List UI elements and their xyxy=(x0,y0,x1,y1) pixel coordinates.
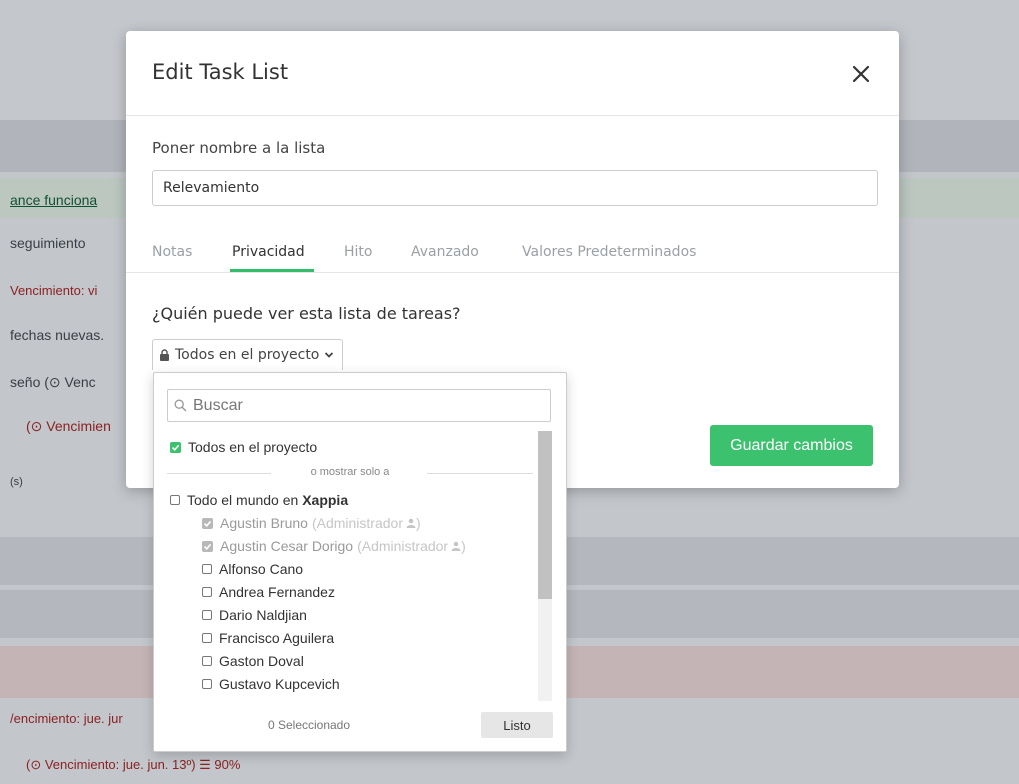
done-button[interactable]: Listo xyxy=(481,712,553,738)
admin-role: (Administrador ) xyxy=(311,515,421,531)
privacy-selected-value: Todos en el proyecto xyxy=(175,347,320,363)
bg-task-row: /encimiento: jue. jur xyxy=(10,711,123,726)
tab-privacidad[interactable]: Privacidad xyxy=(232,244,305,260)
scrollbar-thumb[interactable] xyxy=(538,431,552,599)
bg-task-row: (⊙ Vencimiento: jue. jun. 13º) ☰ 90% xyxy=(26,757,241,772)
selected-count: 0 Seleccionado xyxy=(267,718,351,732)
tab-hito[interactable]: Hito xyxy=(344,244,372,260)
user-option[interactable]: Dario Naldjian xyxy=(202,607,307,623)
company-name: Xappia xyxy=(302,492,349,508)
option-label: Todo el mundo en xyxy=(187,492,303,508)
divider-text: o mostrar solo a xyxy=(310,466,390,478)
privacy-question: ¿Quién puede ver esta lista de tareas? xyxy=(152,304,461,323)
admin-role: (Administrador ) xyxy=(357,538,466,554)
user-name: Francisco Aguilera xyxy=(219,630,335,646)
user-name: Andrea Fernandez xyxy=(219,584,335,600)
option-all-project[interactable]: Todos en el proyecto xyxy=(170,439,317,455)
user-icon xyxy=(406,518,416,528)
bg-task-row: (s) xyxy=(10,476,23,488)
checkbox-icon[interactable] xyxy=(202,610,212,620)
list-name-label: Poner nombre a la lista xyxy=(152,139,326,157)
bg-task-row: Vencimiento: vi xyxy=(10,283,98,298)
user-option: Agustin Bruno (Administrador ) xyxy=(202,515,421,531)
tab-avanzado[interactable]: Avanzado xyxy=(411,244,479,260)
search-input[interactable] xyxy=(191,395,535,416)
checkbox-icon[interactable] xyxy=(170,495,180,505)
user-option[interactable]: Gaston Doval xyxy=(202,653,304,669)
checkbox-icon[interactable] xyxy=(202,587,212,597)
user-option[interactable]: Andrea Fernandez xyxy=(202,584,335,600)
user-name: Gustavo Kupcevich xyxy=(219,676,340,692)
bg-task-row: seño (⊙ Venc xyxy=(10,374,96,390)
user-icon xyxy=(451,541,461,551)
user-name: Gaston Doval xyxy=(219,653,304,669)
bg-task-row[interactable]: ance funciona xyxy=(10,192,97,208)
search-field[interactable] xyxy=(167,389,551,422)
close-button[interactable] xyxy=(846,59,876,89)
user-option: Agustin Cesar Dorigo (Administrador ) xyxy=(202,538,466,554)
checkbox-checked-icon[interactable] xyxy=(170,441,181,453)
checkbox-checked-icon xyxy=(202,517,213,529)
user-name: Alfonso Cano xyxy=(219,561,304,577)
checkbox-icon[interactable] xyxy=(202,633,212,643)
user-option[interactable]: Gustavo Kupcevich xyxy=(202,676,340,692)
modal-header: Edit Task List xyxy=(126,31,899,116)
dropdown-footer: 0 Seleccionado Listo xyxy=(154,704,566,750)
search-icon xyxy=(174,399,187,412)
user-name: Dario Naldjian xyxy=(219,607,307,623)
modal-tabs: Notas Privacidad Hito Avanzado Valores P… xyxy=(126,236,899,273)
lock-icon xyxy=(160,349,169,361)
bg-task-row: fechas nuevas. xyxy=(10,327,105,343)
bg-task-row: (⊙ Vencimien xyxy=(26,418,111,434)
close-icon xyxy=(852,65,870,83)
active-tab-indicator xyxy=(230,269,314,272)
user-name: Agustin Cesar Dorigo xyxy=(220,538,354,554)
divider: o mostrar solo a xyxy=(167,466,533,478)
user-name: Agustin Bruno xyxy=(220,515,308,531)
list-name-input[interactable] xyxy=(152,170,878,206)
privacy-select[interactable]: Todos en el proyecto xyxy=(152,339,344,370)
checkbox-icon[interactable] xyxy=(202,679,212,689)
bg-task-row: seguimiento xyxy=(10,235,86,251)
tab-notas[interactable]: Notas xyxy=(152,244,192,260)
scrollbar[interactable] xyxy=(538,431,552,701)
option-label: Todos en el proyecto xyxy=(188,439,318,455)
checkbox-icon[interactable] xyxy=(202,564,212,574)
option-everyone-company[interactable]: Todo el mundo en Xappia xyxy=(170,492,348,508)
chevron-down-icon xyxy=(325,352,334,358)
checkbox-icon[interactable] xyxy=(202,656,212,666)
checkbox-checked-icon xyxy=(202,540,213,552)
privacy-dropdown: Todos en el proyecto o mostrar solo a To… xyxy=(153,372,567,752)
save-changes-button[interactable]: Guardar cambios xyxy=(710,425,873,466)
modal-title: Edit Task List xyxy=(152,60,289,84)
user-option[interactable]: Alfonso Cano xyxy=(202,561,303,577)
tab-valores-predeterminados[interactable]: Valores Predeterminados xyxy=(522,244,696,260)
user-option[interactable]: Francisco Aguilera xyxy=(202,630,334,646)
